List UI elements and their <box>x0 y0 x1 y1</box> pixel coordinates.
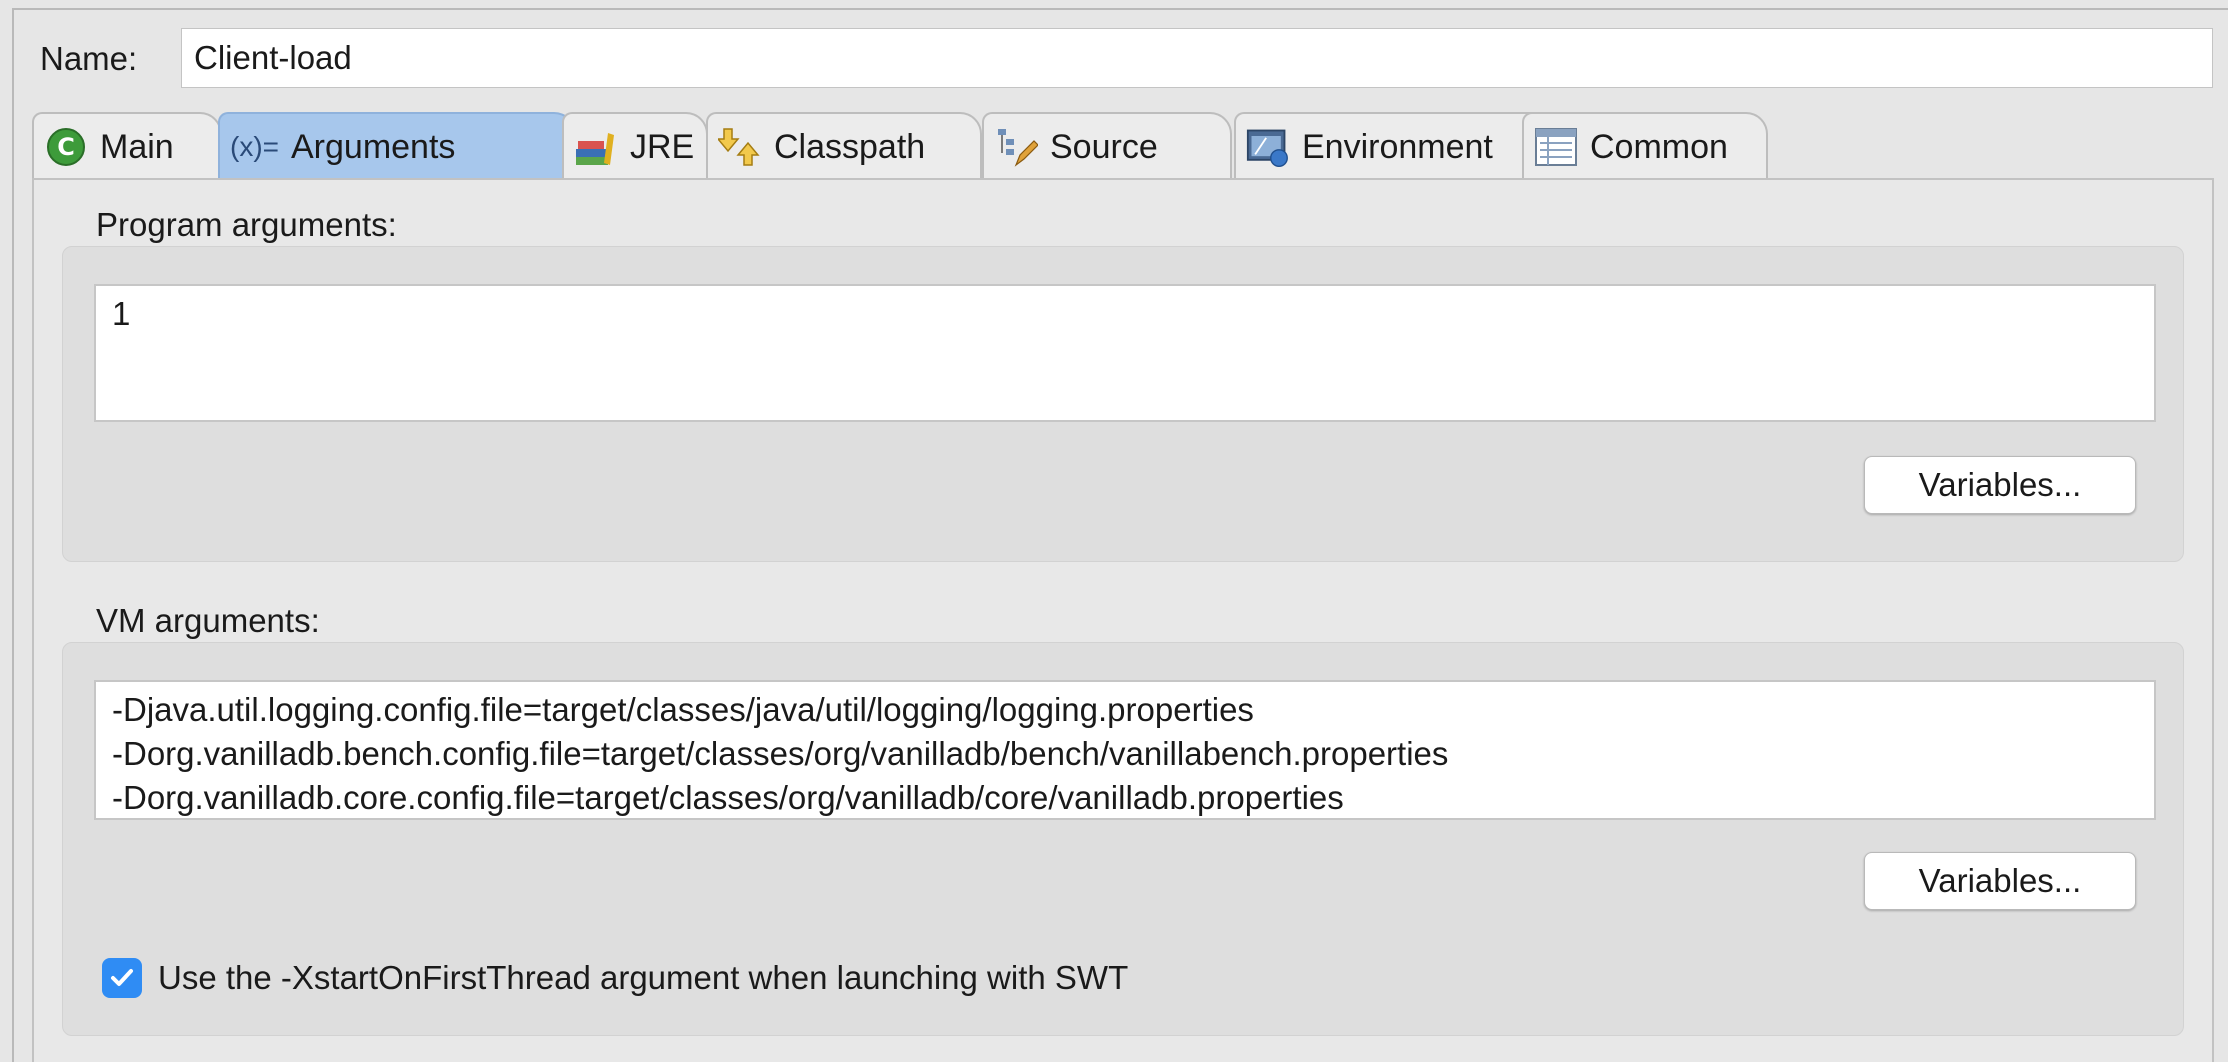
environment-icon <box>1246 125 1290 169</box>
swt-checkbox[interactable] <box>102 958 142 998</box>
common-icon <box>1534 125 1578 169</box>
tab-main[interactable]: C Main <box>32 112 222 180</box>
arguments-icon: (x)= <box>230 131 279 162</box>
tab-source[interactable]: Source <box>982 112 1232 180</box>
swt-option-row[interactable]: Use the -XstartOnFirstThread argument wh… <box>102 958 1128 998</box>
vm-arguments-label: VM arguments: <box>96 602 320 639</box>
program-arguments-label: Program arguments: <box>96 206 397 243</box>
vm-variables-button[interactable]: Variables... <box>1864 852 2136 910</box>
tab-environment[interactable]: Environment <box>1234 112 1554 180</box>
tab-common[interactable]: Common <box>1522 112 1768 180</box>
tab-label: JRE <box>630 127 695 166</box>
tab-label: Source <box>1050 127 1158 166</box>
vm-arguments-textarea[interactable]: -Djava.util.logging.config.file=target/c… <box>94 680 2156 820</box>
tab-label: Environment <box>1302 127 1493 166</box>
java-main-icon: C <box>44 125 88 169</box>
tab-jre[interactable]: JRE <box>562 112 708 180</box>
tab-classpath[interactable]: Classpath <box>706 112 982 180</box>
checkmark-icon <box>111 969 133 986</box>
tab-strip: C Main (x)= Arguments JRE Classpath Sour… <box>32 108 1792 180</box>
tab-label: Main <box>100 127 174 166</box>
program-arguments-textarea[interactable]: 1 <box>94 284 2156 422</box>
name-label: Name: <box>40 40 138 77</box>
tab-label: Classpath <box>774 127 926 166</box>
tab-label: Arguments <box>291 127 456 166</box>
tab-arguments[interactable]: (x)= Arguments <box>218 112 576 180</box>
source-icon <box>994 125 1038 169</box>
svg-text:C: C <box>57 133 75 161</box>
program-variables-button[interactable]: Variables... <box>1864 456 2136 514</box>
window-left-border <box>12 8 14 1062</box>
swt-option-label: Use the -XstartOnFirstThread argument wh… <box>158 959 1129 996</box>
tab-label: Common <box>1590 127 1728 166</box>
name-input[interactable] <box>181 28 2213 88</box>
classpath-icon <box>718 125 762 169</box>
window-top-border <box>12 8 2228 10</box>
jre-icon <box>574 125 618 169</box>
